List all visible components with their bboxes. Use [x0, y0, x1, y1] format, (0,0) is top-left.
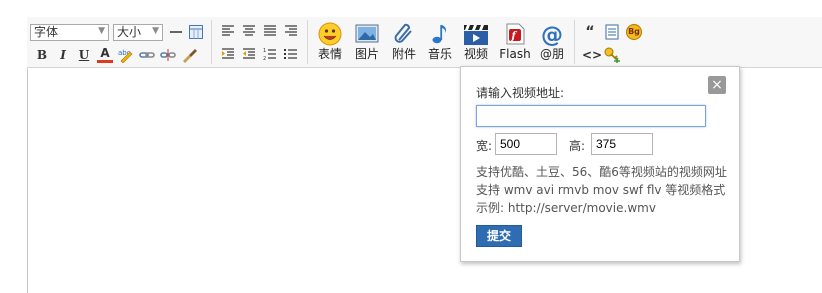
tip-sites: 支持优酷、土豆、56、酷6等视频站的视频网址 [476, 165, 727, 179]
document-icon[interactable] [604, 24, 620, 40]
align-left-icon[interactable] [220, 24, 236, 40]
video-label: 视频 [463, 47, 488, 61]
svg-text:2: 2 [263, 56, 266, 61]
video-insert-dialog: × 请输入视频地址: 宽: 高: 支持优酷、土豆、56、酷6等视频站的视频网址 … [460, 66, 740, 262]
horizontal-rule-icon[interactable] [168, 24, 184, 40]
width-input[interactable] [495, 133, 557, 155]
chevron-down-icon: ▼ [152, 26, 159, 36]
bg-label: Bg [628, 27, 640, 36]
svg-text:@: @ [541, 23, 563, 46]
background-color-icon[interactable]: abc [118, 47, 134, 64]
video-clapper-icon [464, 25, 488, 45]
image-button[interactable]: 图片 [352, 22, 382, 61]
link-icon[interactable] [139, 47, 155, 63]
at-icon: @ [541, 23, 563, 46]
attachment-label: 附件 [391, 47, 416, 61]
editor-toolbar: 字体 ▼ 大小 ▼ B I U A abc 12 表情 图片 附件 音乐 视频 … [27, 17, 822, 68]
svg-text:1: 1 [263, 48, 266, 54]
toolbar-separator [307, 20, 308, 64]
font-color-button[interactable]: A [97, 47, 113, 63]
music-note-icon [432, 25, 446, 44]
chevron-down-icon: ▼ [98, 26, 105, 36]
mention-button[interactable]: @ @朋 [537, 22, 567, 61]
toolbar-separator [574, 20, 575, 64]
image-label: 图片 [354, 47, 379, 61]
close-icon[interactable]: × [708, 76, 726, 94]
music-label: 音乐 [427, 47, 452, 61]
dialog-title: 请输入视频地址: [476, 86, 565, 100]
clear-format-brush-icon[interactable] [181, 47, 197, 63]
image-icon [355, 24, 379, 43]
video-button[interactable]: 视频 [461, 22, 491, 61]
music-button[interactable]: 音乐 [425, 22, 455, 61]
table-icon[interactable] [188, 24, 204, 40]
height-input[interactable] [591, 133, 653, 155]
paperclip-icon [394, 23, 412, 43]
attachment-button[interactable]: 附件 [389, 22, 419, 61]
font-family-select[interactable]: 字体 ▼ [30, 24, 109, 41]
bold-button[interactable]: B [34, 47, 50, 63]
align-justify-icon[interactable] [262, 24, 278, 40]
italic-button[interactable]: I [55, 47, 71, 63]
emoticon-label: 表情 [317, 47, 342, 61]
underline-button[interactable]: U [76, 47, 92, 63]
quote-button[interactable]: “ [582, 24, 598, 40]
key-icon[interactable] [604, 47, 620, 64]
flash-icon: f [506, 23, 525, 45]
video-url-input[interactable] [476, 105, 706, 127]
font-family-value: 字体 [34, 25, 59, 39]
tip-example: 示例: http://server/movie.wmv [476, 201, 656, 215]
align-center-icon[interactable] [241, 24, 257, 40]
tip-formats: 支持 wmv avi rmvb mov swf flv 等视频格式 [476, 183, 726, 197]
flash-label: Flash [499, 47, 531, 61]
flash-button[interactable]: f Flash [498, 22, 532, 61]
code-button[interactable]: <> [582, 47, 602, 63]
submit-button[interactable]: 提交 [476, 225, 522, 247]
unordered-list-icon[interactable] [283, 47, 299, 63]
ordered-list-icon[interactable]: 12 [262, 47, 278, 63]
emoticon-button[interactable]: 表情 [315, 22, 345, 61]
font-size-value: 大小 [117, 25, 142, 39]
background-image-button[interactable]: Bg [626, 24, 642, 40]
unlink-icon[interactable] [160, 47, 176, 63]
smiley-icon [318, 22, 342, 46]
width-label: 宽: [476, 139, 493, 153]
font-size-select[interactable]: 大小 ▼ [113, 24, 163, 41]
height-label: 高: [569, 139, 586, 153]
toolbar-separator [211, 20, 212, 64]
outdent-icon[interactable] [241, 47, 257, 63]
mention-label: @朋 [539, 47, 564, 61]
indent-icon[interactable] [220, 47, 236, 63]
align-right-icon[interactable] [283, 24, 299, 40]
